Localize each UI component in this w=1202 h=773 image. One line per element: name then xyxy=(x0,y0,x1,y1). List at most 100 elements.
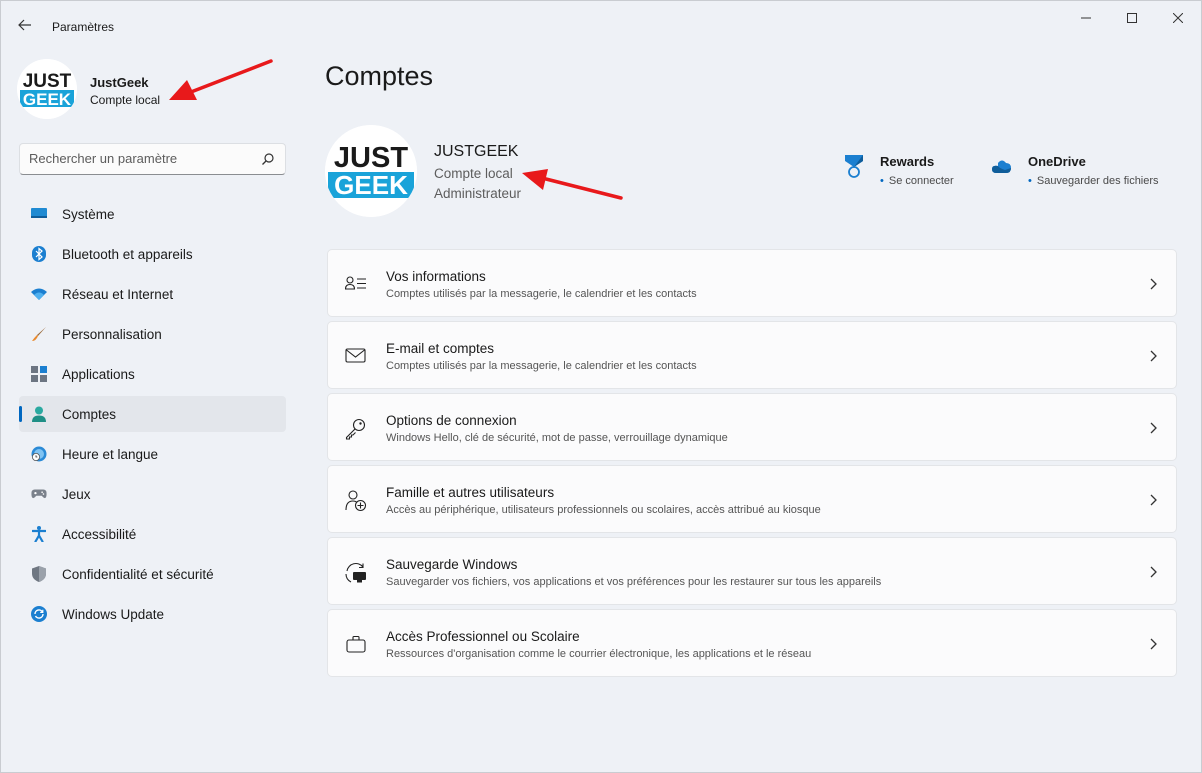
page-title: Comptes xyxy=(325,61,434,91)
key-icon xyxy=(345,418,366,440)
rewards-subtitle[interactable]: Se connecter xyxy=(880,175,954,187)
card-title: E-mail et comptes xyxy=(386,341,495,356)
sidebar-item-windows-update[interactable]: Windows Update xyxy=(19,596,286,632)
profile-name: JustGeek xyxy=(90,75,149,90)
sidebar-item-label: Confidentialité et sécurité xyxy=(62,566,214,582)
svg-text:JUST: JUST xyxy=(23,71,72,92)
sidebar-item-label: Réseau et Internet xyxy=(62,286,174,302)
card-subtitle: Ressources d'organisation comme le courr… xyxy=(386,648,812,660)
rewards-medal-icon xyxy=(845,155,863,178)
sidebar-item-comptes[interactable]: Comptes xyxy=(19,396,286,432)
person-icon xyxy=(31,406,47,422)
card-subtitle: Windows Hello, clé de sécurité, mot de p… xyxy=(386,432,728,444)
display-icon xyxy=(31,206,47,222)
card-title: Famille et autres utilisateurs xyxy=(386,485,555,500)
onedrive-link[interactable]: OneDrive Sauvegarder des fichiers xyxy=(991,153,1181,193)
settings-window: Paramètres JUST GEEK JustGeek Compte loc… xyxy=(0,0,1202,773)
justgeek-logo: JUST GEEK xyxy=(17,59,77,119)
sidebar-item-bluetooth[interactable]: Bluetooth et appareils xyxy=(19,236,286,272)
search-icon[interactable] xyxy=(261,152,275,166)
chevron-right-icon xyxy=(1150,422,1157,434)
account-role: Administrateur xyxy=(434,186,522,201)
account-header: JUST GEEK JUSTGEEK Compte local Administ… xyxy=(325,125,1177,217)
sidebar-item-applications[interactable]: Applications xyxy=(19,356,286,392)
sidebar-item-systeme[interactable]: Système xyxy=(19,196,286,232)
card-vos-informations[interactable]: Vos informations Comptes utilisés par la… xyxy=(327,249,1177,317)
search-input[interactable] xyxy=(29,151,254,166)
card-subtitle: Comptes utilisés par la messagerie, le c… xyxy=(386,360,697,372)
search-box[interactable] xyxy=(19,143,286,175)
settings-cards: Vos informations Comptes utilisés par la… xyxy=(327,249,1177,681)
add-user-icon xyxy=(345,490,367,512)
card-acces-professionnel[interactable]: Accès Professionnel ou Scolaire Ressourc… xyxy=(327,609,1177,677)
sidebar-item-personnalisation[interactable]: Personnalisation xyxy=(19,316,286,352)
sidebar-item-jeux[interactable]: Jeux xyxy=(19,476,286,512)
maximize-icon xyxy=(1127,13,1137,23)
backup-icon xyxy=(345,563,366,583)
gamepad-icon xyxy=(31,486,47,502)
window-title: Paramètres xyxy=(52,20,115,34)
chevron-right-icon xyxy=(1150,494,1157,506)
brush-icon xyxy=(31,326,47,342)
onedrive-cloud-icon xyxy=(992,160,1011,173)
sidebar-item-reseau[interactable]: Réseau et Internet xyxy=(19,276,286,312)
card-title: Sauvegarde Windows xyxy=(386,557,518,572)
account-name: JUSTGEEK xyxy=(434,143,519,160)
card-email-comptes[interactable]: E-mail et comptes Comptes utilisés par l… xyxy=(327,321,1177,389)
wifi-icon xyxy=(31,286,47,302)
close-button[interactable] xyxy=(1155,1,1201,35)
accessibility-icon xyxy=(31,526,47,542)
mail-icon xyxy=(345,348,366,363)
rewards-title: Rewards xyxy=(880,154,935,169)
sidebar-item-label: Accessibilité xyxy=(62,526,137,542)
globe-clock-icon xyxy=(31,446,47,462)
maximize-button[interactable] xyxy=(1109,1,1155,35)
card-subtitle: Accès au périphérique, utilisateurs prof… xyxy=(386,504,821,516)
sidebar-item-label: Bluetooth et appareils xyxy=(62,246,193,262)
sidebar-item-label: Personnalisation xyxy=(62,326,162,342)
svg-text:GEEK: GEEK xyxy=(23,90,72,109)
sidebar-item-label: Applications xyxy=(62,366,135,382)
card-famille-utilisateurs[interactable]: Famille et autres utilisateurs Accès au … xyxy=(327,465,1177,533)
sidebar-item-label: Jeux xyxy=(62,486,91,502)
back-button[interactable] xyxy=(13,13,37,37)
close-icon xyxy=(1173,13,1183,23)
card-subtitle: Comptes utilisés par la messagerie, le c… xyxy=(386,288,697,300)
card-subtitle: Sauvegarder vos fichiers, vos applicatio… xyxy=(386,576,882,588)
back-arrow-icon xyxy=(18,19,31,31)
card-title: Accès Professionnel ou Scolaire xyxy=(386,629,580,644)
onedrive-subtitle[interactable]: Sauvegarder des fichiers xyxy=(1028,175,1159,187)
account-type: Compte local xyxy=(434,166,513,181)
chevron-right-icon xyxy=(1150,638,1157,650)
sidebar-item-heure-langue[interactable]: Heure et langue xyxy=(19,436,286,472)
sidebar-item-confidentialite[interactable]: Confidentialité et sécurité xyxy=(19,556,286,592)
onedrive-title: OneDrive xyxy=(1028,154,1086,169)
minimize-icon xyxy=(1081,17,1091,19)
sidebar-item-label: Comptes xyxy=(62,406,117,422)
chevron-right-icon xyxy=(1150,566,1157,578)
user-info-icon xyxy=(345,276,366,290)
update-icon xyxy=(31,606,47,622)
sidebar-item-accessibilite[interactable]: Accessibilité xyxy=(19,516,286,552)
briefcase-icon xyxy=(346,635,366,653)
rewards-link[interactable]: Rewards Se connecter xyxy=(843,153,973,193)
chevron-right-icon xyxy=(1150,278,1157,290)
card-options-connexion[interactable]: Options de connexion Windows Hello, clé … xyxy=(327,393,1177,461)
apps-icon xyxy=(31,366,47,382)
sidebar-item-label: Système xyxy=(62,206,115,222)
sidebar-item-label: Heure et langue xyxy=(62,446,159,462)
chevron-right-icon xyxy=(1150,350,1157,362)
card-sauvegarde-windows[interactable]: Sauvegarde Windows Sauvegarder vos fichi… xyxy=(327,537,1177,605)
avatar: JUST GEEK xyxy=(17,59,77,119)
avatar: JUST GEEK xyxy=(325,125,417,217)
card-title: Vos informations xyxy=(386,269,486,284)
minimize-button[interactable] xyxy=(1063,1,1109,35)
sidebar-nav: Système Bluetooth et appareils Réseau et… xyxy=(19,196,286,636)
profile-account-type: Compte local xyxy=(90,93,161,107)
title-bar: Paramètres xyxy=(1,1,1201,45)
justgeek-logo: JUST GEEK xyxy=(325,125,417,217)
sidebar-item-label: Windows Update xyxy=(62,606,165,622)
sidebar-profile[interactable]: JUST GEEK JustGeek Compte local xyxy=(17,59,277,119)
shield-icon xyxy=(31,566,47,582)
bluetooth-icon xyxy=(31,246,47,262)
